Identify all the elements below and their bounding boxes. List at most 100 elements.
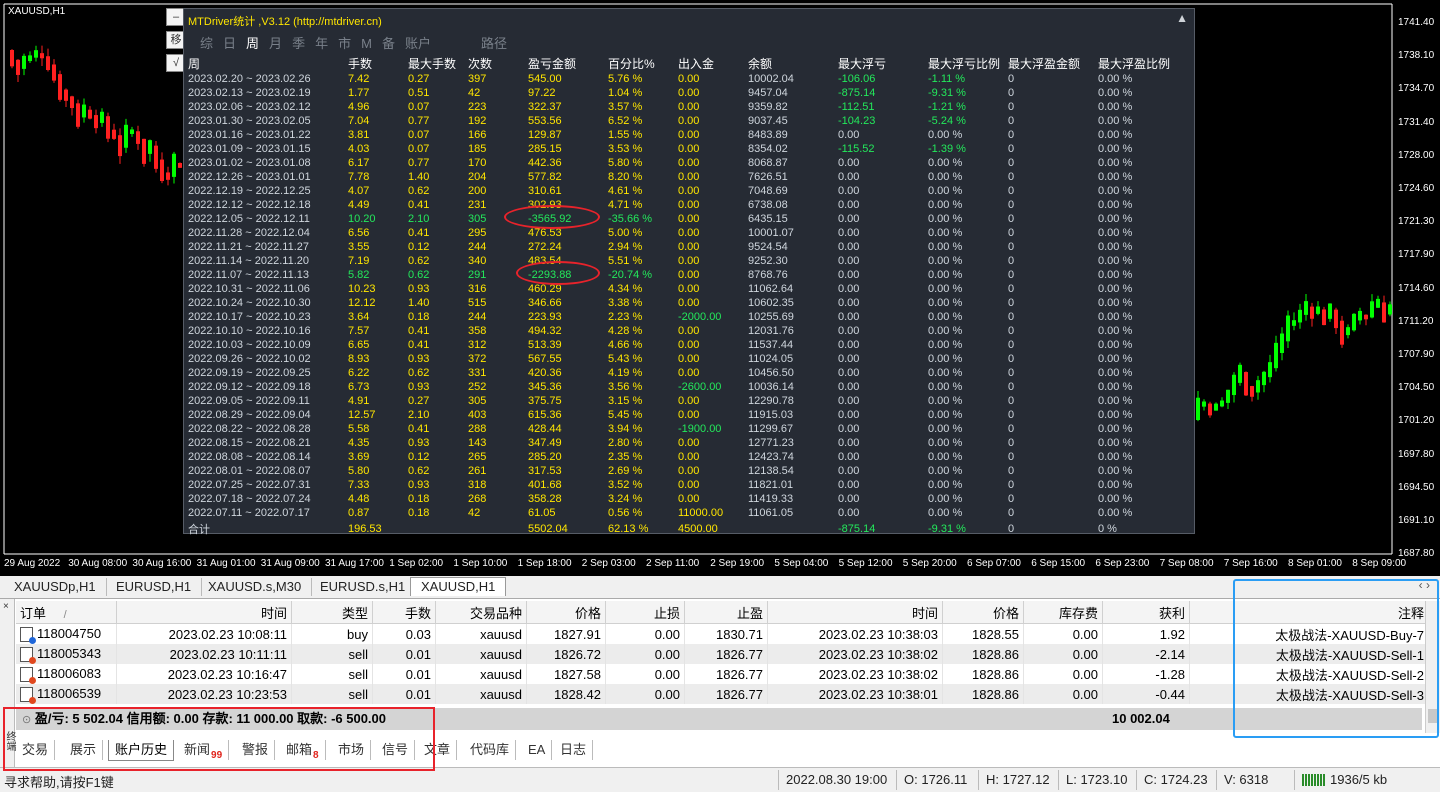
status-traffic: 1936/5 kb (1330, 772, 1388, 787)
table-row[interactable]: 118006083 2023.02.23 10:16:47 sell 0.01 xauu… (16, 664, 1429, 685)
price-tick-label: 1714.60 (1398, 282, 1435, 294)
stats-nav-item[interactable]: 周 (246, 36, 259, 51)
chart-tab[interactable]: EURUSD.s,H1 (310, 578, 417, 596)
stats-cell: 0.00 (838, 269, 860, 281)
stats-cell: 318 (468, 479, 487, 491)
stats-cell: 0.00 (838, 241, 860, 253)
col-price[interactable]: 价格 (526, 601, 606, 624)
col-close-time[interactable]: 时间 (767, 601, 943, 624)
time-tick-label: 7 Sep 16:00 (1223, 558, 1278, 569)
chart-tab[interactable]: XAUUSD,H1 (410, 577, 507, 596)
stats-row: 2023.01.16 ~ 2023.01.22 3.81 0.07 166 129.87… (188, 128, 1178, 142)
stats-col-header[interactable]: 余额 (748, 55, 838, 72)
stats-cell: 2.80 % (608, 437, 643, 449)
candle-body (46, 56, 50, 71)
stats-nav-item[interactable]: 账户 (405, 36, 431, 51)
candle-body (40, 53, 44, 59)
stats-nav-item[interactable]: 日 (223, 36, 236, 51)
candle-body (166, 172, 170, 180)
stats-col-header[interactable]: 手数 (348, 55, 408, 72)
stats-cell: 2022.12.05 ~ 2022.12.11 (188, 213, 310, 225)
candle-body (64, 89, 68, 101)
buy-order-icon (20, 627, 36, 645)
time-tick-label: 1 Sep 02:00 (389, 558, 444, 569)
chart-tab[interactable]: XAUUSDp,H1 (4, 578, 107, 596)
cell-type: buy (291, 623, 373, 644)
stats-col-header[interactable]: 次数 (468, 55, 528, 72)
price-tick-label: 1721.30 (1398, 216, 1435, 228)
stats-col-header[interactable]: 出入金 (678, 55, 748, 72)
stats-cell: 2022.08.15 ~ 2022.08.21 (188, 437, 311, 449)
col-symbol[interactable]: 交易品种 (435, 601, 527, 624)
stats-nav-item[interactable]: 备 (382, 36, 395, 51)
stats-col-header[interactable]: 最大浮亏比例 (928, 55, 1008, 72)
terminal-tab[interactable]: EA (522, 740, 553, 760)
stats-col-header[interactable]: 百分比% (608, 55, 678, 72)
order-cell: 118006083 (16, 664, 117, 685)
stats-col-header[interactable]: 盈亏金额 (528, 55, 608, 72)
stats-cell: 0.62 (408, 185, 430, 197)
cell-lots: 0.03 (372, 623, 436, 644)
col-lots[interactable]: 手数 (372, 601, 436, 624)
order-cell: 118004750 (16, 623, 117, 645)
chart-tab[interactable]: EURUSD,H1 (106, 578, 203, 596)
terminal-tab[interactable]: 代码库 (464, 740, 517, 760)
stats-cell: 401.68 (528, 479, 562, 491)
stats-cell: 0.77 (408, 115, 430, 127)
table-row[interactable]: 118004750 2023.02.23 10:08:11 buy 0.03 xauus… (16, 623, 1429, 645)
table-row[interactable]: 118005343 2023.02.23 10:11:11 sell 0.01 xauu… (16, 644, 1429, 665)
stats-col-header[interactable]: 周 (188, 55, 348, 72)
time-tick-label: 29 Aug 2022 (4, 558, 61, 569)
stats-nav-item[interactable]: 月 (269, 36, 282, 51)
stats-total-cell (748, 520, 838, 538)
stats-col-header[interactable]: 最大浮亏 (838, 55, 928, 72)
stats-col-header[interactable]: 最大浮盈金额 (1008, 55, 1098, 72)
stats-cell: 2022.11.28 ~ 2022.12.04 (188, 227, 310, 239)
col-order[interactable]: 订单 / (16, 601, 117, 624)
stats-row: 2022.07.11 ~ 2022.07.17 0.87 0.18 42 61.05 0.… (188, 506, 1178, 520)
stats-cell: 0.07 (408, 129, 430, 141)
col-type[interactable]: 类型 (291, 601, 373, 624)
stats-col-header[interactable]: 最大手数 (408, 55, 468, 72)
stats-cell: 244 (468, 311, 487, 323)
col-open-time[interactable]: 时间 (116, 601, 292, 624)
terminal-tab[interactable]: 日志 (554, 740, 594, 760)
stats-nav-item[interactable]: M (361, 36, 372, 51)
stats-nav-item[interactable]: 年 (315, 36, 328, 51)
stats-cell: 0 (1008, 479, 1015, 491)
stats-cell: 4.03 (348, 143, 370, 155)
stats-cell: 7626.51 (748, 171, 788, 183)
col-close-price[interactable]: 价格 (942, 601, 1024, 624)
stats-cell: 0.00 (838, 157, 860, 169)
stats-cell: 2.94 % (608, 241, 643, 253)
stats-nav-item[interactable]: 路径 (481, 36, 507, 51)
cell-swap: 0.00 (1023, 664, 1103, 684)
stats-nav-item[interactable]: 综 (200, 36, 213, 51)
stats-cell: 0.00 (838, 325, 860, 337)
close-icon[interactable]: × (3, 601, 9, 612)
candle-body (1208, 403, 1212, 416)
stats-cell: 11537.44 (748, 339, 794, 351)
stats-cell: 200 (468, 185, 487, 197)
cell-close-time: 2023.02.23 10:38:03 (767, 623, 943, 644)
stats-cell: 0.00 (678, 409, 700, 421)
col-tp[interactable]: 止盈 (684, 601, 768, 624)
terminal-tab-label: 日志 (560, 742, 587, 757)
table-row[interactable]: 118006539 2023.02.23 10:23:53 sell 0.01 xauu… (16, 684, 1429, 705)
stats-cell: 0.00 (838, 199, 860, 211)
col-swap[interactable]: 库存费 (1023, 601, 1103, 624)
stats-row: 2022.08.08 ~ 2022.08.14 3.69 0.12 265 285.20… (188, 450, 1178, 464)
collapse-icon[interactable]: ▲ (1176, 11, 1188, 25)
chart-tab[interactable]: XAUUSD.s,M30 (198, 578, 313, 596)
red-highlight-box (3, 707, 435, 771)
stats-nav-item[interactable]: 市 (338, 36, 351, 51)
stats-cell: 0 (1008, 325, 1015, 337)
stats-col-header[interactable]: 最大浮盈比例 (1098, 55, 1178, 72)
stats-cell: 61.05 (528, 507, 556, 519)
cell-sl: 0.00 (605, 684, 685, 704)
stats-cell: 3.69 (348, 451, 370, 463)
col-profit[interactable]: 获利 (1102, 601, 1190, 624)
col-sl[interactable]: 止损 (605, 601, 685, 624)
stats-nav-item[interactable]: 季 (292, 36, 305, 51)
price-tick-label: 1707.90 (1398, 349, 1435, 360)
